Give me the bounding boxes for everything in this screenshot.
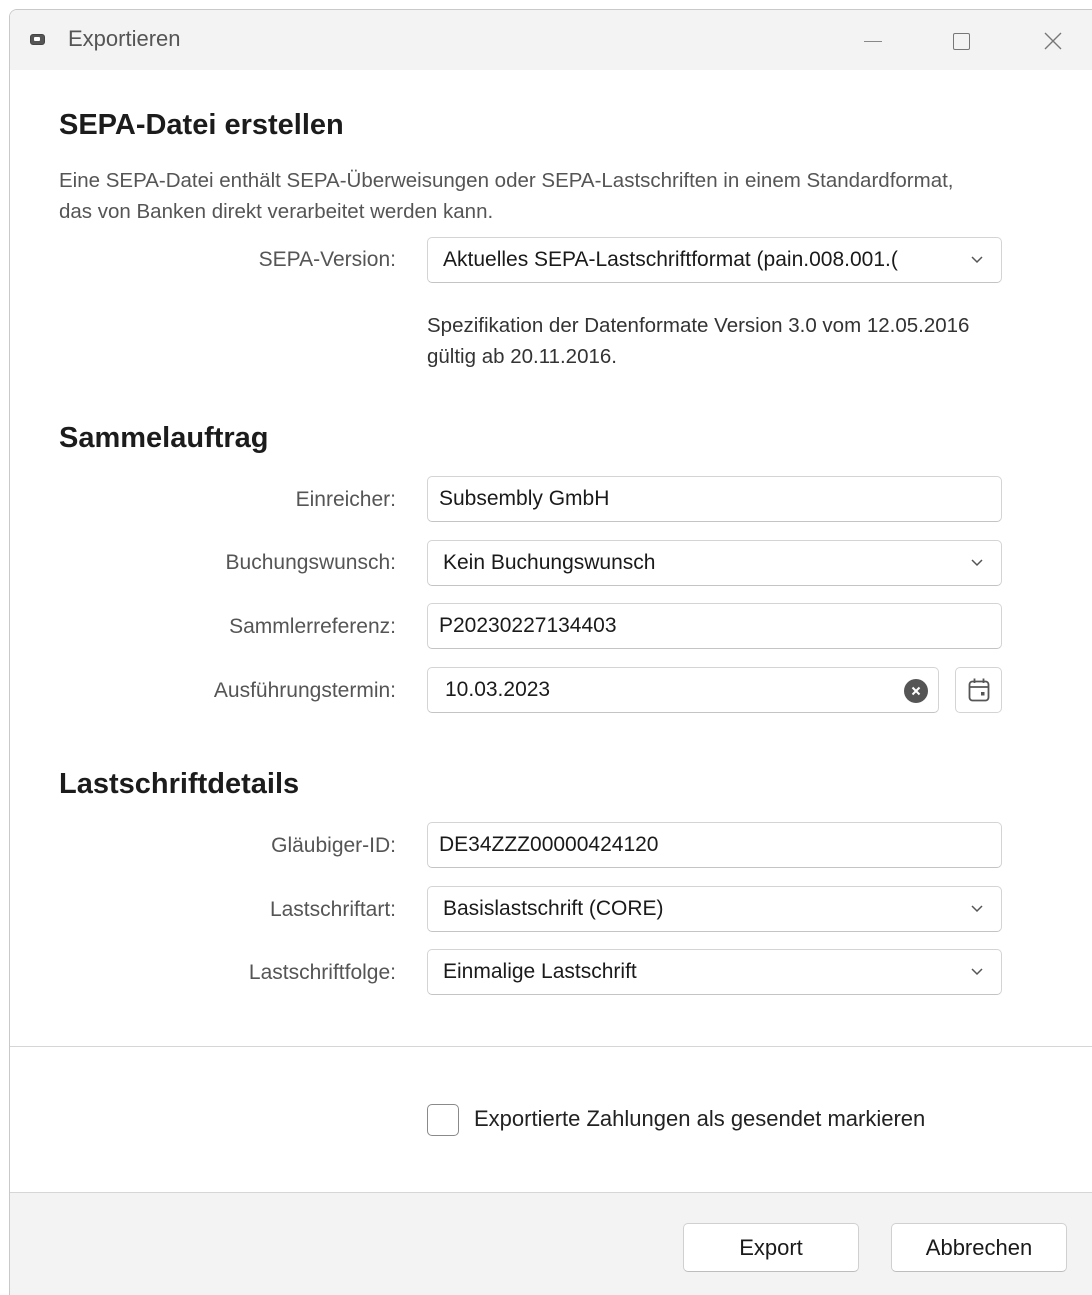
creditor-id-input[interactable]: DE34ZZZ00000424120 [427, 822, 1002, 868]
chevron-down-icon [971, 559, 983, 567]
mark-sent-checkbox[interactable] [427, 1104, 459, 1136]
date-input[interactable]: 10.03.2023 [427, 667, 939, 713]
spec-note: Spezifikation der Datenformate Version 3… [427, 314, 970, 368]
calendar-icon [968, 678, 989, 702]
booking-select[interactable]: Kein Buchungswunsch [427, 540, 1002, 586]
minimize-icon[interactable] [850, 18, 896, 64]
booking-value: Kein Buchungswunsch [443, 551, 656, 574]
window-title: Exportieren [68, 26, 181, 51]
clear-icon[interactable] [904, 679, 928, 703]
sepa-version-value: Aktuelles SEPA-Lastschriftformat (pain.0… [443, 248, 898, 271]
chevron-down-icon [971, 968, 983, 976]
reference-value: P20230227134403 [439, 614, 617, 637]
title-bar: Exportieren [10, 10, 1092, 70]
export-button[interactable]: Export [683, 1223, 859, 1272]
debit-type-label: Lastschriftart: [269, 898, 396, 921]
reference-label: Sammlerreferenz: [229, 615, 396, 638]
booking-label: Buchungswunsch: [225, 551, 396, 574]
chevron-down-icon [971, 256, 983, 264]
creditor-id-label: Gläubiger-ID: [271, 834, 396, 857]
debit-type-value: Basislastschrift (CORE) [443, 897, 664, 920]
wallet-icon [30, 34, 45, 45]
reference-input[interactable]: P20230227134403 [427, 603, 1002, 649]
mark-sent-label[interactable]: Exportierte Zahlungen als gesendet marki… [474, 1106, 925, 1132]
calendar-button[interactable] [955, 667, 1002, 713]
sepa-version-label: SEPA-Version: [258, 248, 396, 271]
date-value: 10.03.2023 [445, 678, 551, 701]
debit-sequence-value: Einmalige Lastschrift [443, 960, 637, 983]
submitter-input[interactable]: Subsembly GmbH [427, 476, 1002, 522]
section-title-debit: Lastschriftdetails [59, 768, 300, 800]
creditor-id-value: DE34ZZZ00000424120 [439, 833, 659, 856]
debit-sequence-label: Lastschriftfolge: [248, 961, 396, 984]
divider [10, 1046, 1092, 1047]
close-icon[interactable] [1030, 18, 1076, 64]
section-title-batch: Sammelauftrag [59, 422, 269, 454]
debit-sequence-select[interactable]: Einmalige Lastschrift [427, 949, 1002, 995]
export-dialog: Exportieren SEPA-Datei erstellen Eine SE… [9, 9, 1092, 1295]
debit-type-select[interactable]: Basislastschrift (CORE) [427, 886, 1002, 932]
sepa-file-description: Eine SEPA-Datei enthält SEPA-Überweisung… [59, 169, 954, 223]
section-title-sepa-file: SEPA-Datei erstellen [59, 109, 344, 141]
submitter-value: Subsembly GmbH [439, 487, 610, 510]
cancel-button[interactable]: Abbrechen [891, 1223, 1067, 1272]
chevron-down-icon [971, 905, 983, 913]
date-label: Ausführungstermin: [213, 679, 396, 702]
maximize-icon[interactable] [938, 18, 984, 64]
submitter-label: Einreicher: [295, 488, 396, 511]
sepa-version-select[interactable]: Aktuelles SEPA-Lastschriftformat (pain.0… [427, 237, 1002, 283]
